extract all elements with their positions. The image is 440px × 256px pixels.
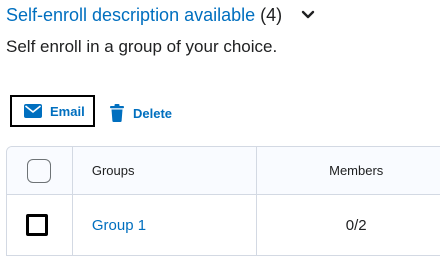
section-heading[interactable]: Self-enroll description available (4) — [6, 2, 316, 28]
table-row: Group 1 0/2 — [7, 195, 440, 255]
email-button-label: Email — [50, 103, 85, 119]
envelope-icon — [24, 104, 42, 118]
groups-table: Groups Members Group 1 0/2 — [6, 146, 440, 256]
section-description: Self enroll in a group of your choice. — [6, 37, 278, 56]
trash-icon — [110, 104, 124, 122]
chevron-down-icon[interactable] — [300, 7, 316, 23]
delete-button-label: Delete — [133, 105, 173, 121]
members-cell: 0/2 — [257, 195, 440, 255]
members-header-label: Members — [329, 163, 384, 178]
section-title[interactable]: Self-enroll description available — [6, 5, 255, 26]
select-all-cell — [7, 147, 73, 194]
table-header-row: Groups Members — [7, 147, 440, 195]
email-button[interactable]: Email — [10, 95, 95, 127]
members-count: 0/2 — [345, 216, 367, 234]
row-checkbox[interactable] — [26, 214, 49, 236]
delete-button[interactable]: Delete — [110, 102, 172, 124]
section-count: (4) — [260, 4, 283, 25]
members-column-header: Members — [257, 147, 440, 194]
row-checkbox-cell — [7, 195, 73, 255]
group-name-cell: Group 1 — [73, 195, 258, 255]
group-link[interactable]: Group 1 — [92, 217, 146, 234]
groups-header-label: Groups — [91, 163, 135, 178]
select-all-checkbox[interactable] — [27, 158, 52, 183]
groups-column-header: Groups — [73, 147, 258, 194]
